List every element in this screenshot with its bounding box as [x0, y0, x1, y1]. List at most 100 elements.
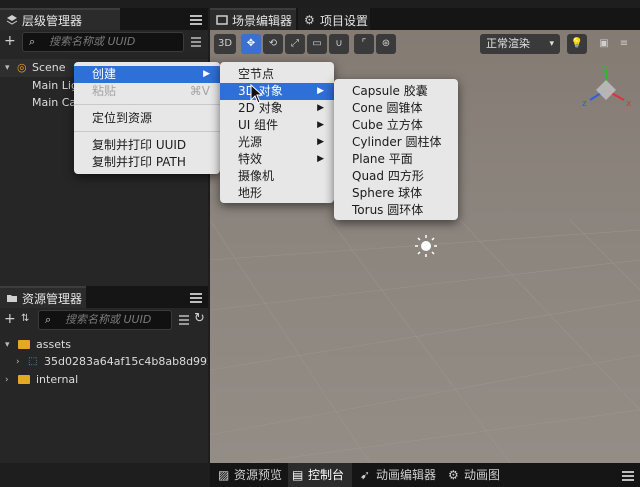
menu-item-ui-component[interactable]: UI 组件 ▶ [220, 117, 334, 134]
menu-item-light[interactable]: 光源 ▶ [220, 134, 334, 151]
move-icon: ✥ [246, 38, 256, 49]
tree-row-asset-uuid[interactable]: › ⬚ 35d0283a64af15c4b8ab8d992d [0, 353, 208, 371]
menu-item-create[interactable]: 创建 ▶ [74, 66, 220, 83]
light-sun-icon[interactable] [414, 234, 438, 258]
internal-folder-icon [18, 375, 30, 384]
camera-button[interactable]: ▣ [594, 34, 614, 54]
tab-assets[interactable]: 资源管理器 [0, 286, 86, 308]
svg-text:y: y [602, 64, 608, 74]
menu-item-cylinder[interactable]: Cylinder 圆柱体 [334, 134, 458, 151]
menu-item-copy-path[interactable]: 复制并打印 PATH [74, 154, 220, 171]
tree-row-assets[interactable]: ▾ assets [0, 336, 208, 354]
svg-text:x: x [626, 99, 632, 109]
tree-row-internal[interactable]: › internal [0, 371, 208, 389]
menu-item-locate-asset[interactable]: 定位到资源 [74, 110, 220, 127]
menu-item-capsule[interactable]: Capsule 胶囊 [334, 83, 458, 100]
rotate-tool-button[interactable]: ⟲ [263, 34, 283, 54]
tab-animation-editor-label: 动画编辑器 [376, 468, 437, 482]
assets-folder-label: assets [36, 338, 72, 351]
scene-more-button[interactable]: ≡ [614, 34, 634, 54]
mode-3d-button[interactable]: 3D [214, 34, 236, 54]
submenu-arrow-icon: ▶ [317, 137, 324, 147]
magnet-tool-button[interactable]: ∪ [329, 34, 349, 54]
menu-item-cube-label: Cube 立方体 [352, 118, 423, 132]
move-tool-button[interactable]: ✥ [241, 34, 261, 54]
menu-item-sphere-label: Sphere 球体 [352, 186, 423, 200]
tab-hierarchy-label: 层级管理器 [22, 14, 83, 28]
snap-tool-button[interactable]: ⊛ [376, 34, 396, 54]
menu-item-effects[interactable]: 特效 ▶ [220, 151, 334, 168]
assets-list-options-icon[interactable] [178, 314, 190, 326]
assets-menu-icon[interactable] [190, 291, 202, 303]
submenu-arrow-icon: ▶ [317, 154, 324, 164]
menu-item-paste[interactable]: 粘贴 ⌘V [74, 83, 220, 100]
menu-item-cone-label: Cone 圆锥体 [352, 101, 423, 115]
menu-item-sphere[interactable]: Sphere 球体 [334, 185, 458, 202]
scale-tool-button[interactable]: ⤢ [285, 34, 305, 54]
rect-tool-button[interactable]: ▭ [307, 34, 327, 54]
search-icon: ⌕ [29, 35, 36, 48]
menu-item-quad-label: Quad 四方形 [352, 169, 424, 183]
menu-item-copy-uuid-label: 复制并打印 UUID [92, 138, 187, 152]
menu-item-empty-node[interactable]: 空节点 [220, 66, 334, 83]
context-menu: 创建 ▶ 粘贴 ⌘V 定位到资源 复制并打印 UUID 复制并打印 PATH [74, 62, 220, 174]
object3d-submenu: Capsule 胶囊 Cone 圆锥体 Cube 立方体 Cylinder 圆柱… [334, 79, 458, 220]
hierarchy-search-input[interactable]: ⌕ 搜索名称或 UUID [22, 32, 184, 52]
tab-animation-graph[interactable]: ⚙ 动画图 [444, 463, 508, 487]
tab-scene-editor[interactable]: 场景编辑器 [210, 8, 296, 30]
menu-item-cube[interactable]: Cube 立方体 [334, 117, 458, 134]
svg-text:z: z [582, 99, 587, 109]
chevron-down-icon: ▾ [549, 39, 554, 49]
console-icon: ▤ [292, 468, 304, 482]
scene-icon: ◎ [17, 61, 27, 74]
render-mode-select[interactable]: 正常渲染 ▾ [480, 34, 560, 54]
submenu-arrow-icon: ▶ [203, 69, 210, 79]
assets-search-input[interactable]: ⌕ 搜索名称或 UUID [38, 310, 172, 330]
orientation-gizmo[interactable]: y x z [576, 62, 636, 114]
tab-asset-preview[interactable]: ▨ 资源预览 [214, 463, 286, 487]
menu-item-quad[interactable]: Quad 四方形 [334, 168, 458, 185]
menu-item-copy-path-label: 复制并打印 PATH [92, 155, 186, 169]
tab-console[interactable]: ▤ 控制台 [288, 463, 352, 487]
menu-item-camera[interactable]: 摄像机 [220, 168, 334, 185]
lightbulb-icon: 💡 [570, 38, 584, 49]
lightbulb-button[interactable]: 💡 [567, 34, 587, 54]
menu-item-plane[interactable]: Plane 平面 [334, 151, 458, 168]
tree-row-main-light[interactable]: Main Light [0, 77, 74, 95]
menu-item-ui-component-label: UI 组件 [238, 118, 279, 132]
menu-item-2d-object[interactable]: 2D 对象 ▶ [220, 100, 334, 117]
submenu-arrow-icon: ▶ [317, 120, 324, 130]
main-camera-label: Main Camera [32, 96, 74, 109]
menu-item-copy-uuid[interactable]: 复制并打印 UUID [74, 137, 220, 154]
menu-item-light-label: 光源 [238, 135, 263, 149]
refresh-icon[interactable]: ↻ [194, 312, 206, 326]
menu-item-terrain[interactable]: 地形 [220, 185, 334, 202]
tab-hierarchy[interactable]: 层级管理器 [0, 8, 120, 30]
menu-item-locate-asset-label: 定位到资源 [92, 111, 153, 125]
snap-icon: ⊛ [381, 38, 391, 49]
menu-item-cylinder-label: Cylinder 圆柱体 [352, 135, 442, 149]
list-options-icon[interactable] [190, 36, 202, 48]
tab-project-settings[interactable]: ⚙ 项目设置 [298, 8, 370, 30]
menu-divider [74, 131, 220, 132]
menu-item-torus[interactable]: Torus 圆环体 [334, 202, 458, 219]
assets-add-icon[interactable]: + [4, 312, 16, 326]
add-icon[interactable]: + [4, 34, 16, 48]
frame-tool-button[interactable]: ⌜ [354, 34, 374, 54]
sort-icon[interactable]: ⇅ [21, 313, 33, 325]
menu-item-capsule-label: Capsule 胶囊 [352, 84, 428, 98]
tab-animation-editor[interactable]: ➹ 动画编辑器 [356, 463, 442, 487]
menu-item-3d-object[interactable]: 3D 对象 ▶ [220, 83, 334, 100]
menu-item-camera-label: 摄像机 [238, 169, 275, 183]
menu-item-cone[interactable]: Cone 圆锥体 [334, 100, 458, 117]
tab-project-settings-label: 项目设置 [320, 14, 369, 28]
asset-uuid-label: 35d0283a64af15c4b8ab8d992d [44, 355, 208, 368]
gear-icon: ⚙ [304, 13, 315, 27]
hierarchy-menu-icon[interactable] [190, 13, 202, 25]
menu-item-paste-shortcut: ⌘V [189, 84, 210, 98]
rect-icon: ▭ [312, 38, 322, 49]
tree-row-main-camera[interactable]: Main Camera [0, 94, 74, 112]
bottom-menu-icon[interactable] [622, 469, 634, 481]
tab-animation-graph-label: 动画图 [464, 468, 501, 482]
submenu-arrow-icon: ▶ [317, 103, 324, 113]
